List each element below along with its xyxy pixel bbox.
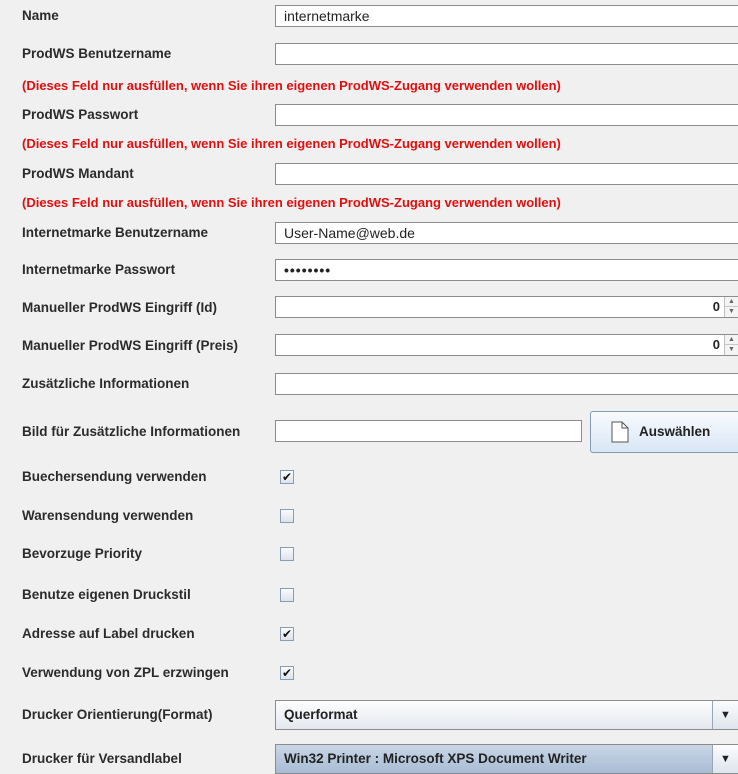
label-extra-info: Zusätzliche Informationen <box>22 376 190 391</box>
printer-select[interactable]: Win32 Printer : Microsoft XPS Document W… <box>275 744 738 774</box>
label-zpl: Verwendung von ZPL erzwingen <box>22 665 229 680</box>
spin-up-icon[interactable]: ▲ <box>725 335 738 345</box>
checkmark-icon: ✔ <box>281 627 293 641</box>
chevron-down-icon[interactable]: ▼ <box>712 701 738 729</box>
im-user-field[interactable]: User-Name@web.de <box>275 222 738 244</box>
druckstil-checkbox[interactable] <box>280 588 294 602</box>
manual-price-spin-buttons[interactable]: ▲ ▼ <box>724 335 738 355</box>
zpl-checkbox[interactable]: ✔ <box>280 666 294 680</box>
label-prodws-pass: ProdWS Passwort <box>22 107 139 122</box>
manual-id-spinner[interactable]: 0 ▲ ▼ <box>275 296 738 318</box>
label-orientation: Drucker Orientierung(Format) <box>22 707 213 722</box>
label-adresse-label: Adresse auf Label drucken <box>22 626 195 641</box>
label-buechersendung: Buechersendung verwenden <box>22 469 207 484</box>
label-name: Name <box>22 8 59 23</box>
label-warensendung: Warensendung verwenden <box>22 508 194 523</box>
priority-checkbox[interactable] <box>280 547 294 561</box>
checkmark-icon: ✔ <box>281 470 293 484</box>
manual-id-value: 0 <box>712 299 720 314</box>
prodws-user-field[interactable] <box>275 43 738 65</box>
label-druckstil: Benutze eigenen Druckstil <box>22 587 191 602</box>
label-priority: Bevorzuge Priority <box>22 546 143 561</box>
spin-down-icon[interactable]: ▼ <box>725 345 738 355</box>
warensendung-checkbox[interactable] <box>280 509 294 523</box>
manual-price-value: 0 <box>712 337 720 352</box>
manual-price-spinner[interactable]: 0 ▲ ▼ <box>275 334 738 356</box>
orientation-select[interactable]: Querformat ▼ <box>275 700 738 730</box>
buechersendung-checkbox[interactable]: ✔ <box>280 470 294 484</box>
label-prodws-mandant: ProdWS Mandant <box>22 166 134 181</box>
orientation-value: Querformat <box>284 707 358 722</box>
label-manual-id: Manueller ProdWS Eingriff (Id) <box>22 300 217 315</box>
label-printer: Drucker für Versandlabel <box>22 751 182 766</box>
prodws-mandant-field[interactable] <box>275 163 738 185</box>
chevron-down-icon[interactable]: ▼ <box>712 745 738 773</box>
select-image-button[interactable]: Auswählen <box>590 411 738 453</box>
spin-down-icon[interactable]: ▼ <box>725 307 738 317</box>
printer-value: Win32 Printer : Microsoft XPS Document W… <box>284 751 587 766</box>
extra-image-path-field[interactable] <box>275 420 582 442</box>
extra-info-field[interactable] <box>275 373 738 395</box>
label-prodws-user: ProdWS Benutzername <box>22 46 172 61</box>
name-field[interactable]: internetmarke <box>275 5 738 27</box>
select-image-button-label: Auswählen <box>639 424 711 439</box>
manual-id-spin-buttons[interactable]: ▲ ▼ <box>724 297 738 317</box>
document-icon <box>611 421 629 443</box>
prodws-pass-hint: (Dieses Feld nur ausfüllen, wenn Sie ihr… <box>22 136 561 151</box>
prodws-user-hint: (Dieses Feld nur ausfüllen, wenn Sie ihr… <box>22 78 561 93</box>
label-im-user: Internetmarke Benutzername <box>22 225 209 240</box>
adresse-label-checkbox[interactable]: ✔ <box>280 627 294 641</box>
spin-up-icon[interactable]: ▲ <box>725 297 738 307</box>
label-extra-image: Bild für Zusätzliche Informationen <box>22 424 241 439</box>
label-im-pass: Internetmarke Passwort <box>22 262 176 277</box>
checkmark-icon: ✔ <box>281 666 293 680</box>
im-pass-field[interactable]: •••••••• <box>275 259 738 281</box>
prodws-mandant-hint: (Dieses Feld nur ausfüllen, wenn Sie ihr… <box>22 195 561 210</box>
prodws-pass-field[interactable] <box>275 104 738 126</box>
label-manual-price: Manueller ProdWS Eingriff (Preis) <box>22 338 239 353</box>
